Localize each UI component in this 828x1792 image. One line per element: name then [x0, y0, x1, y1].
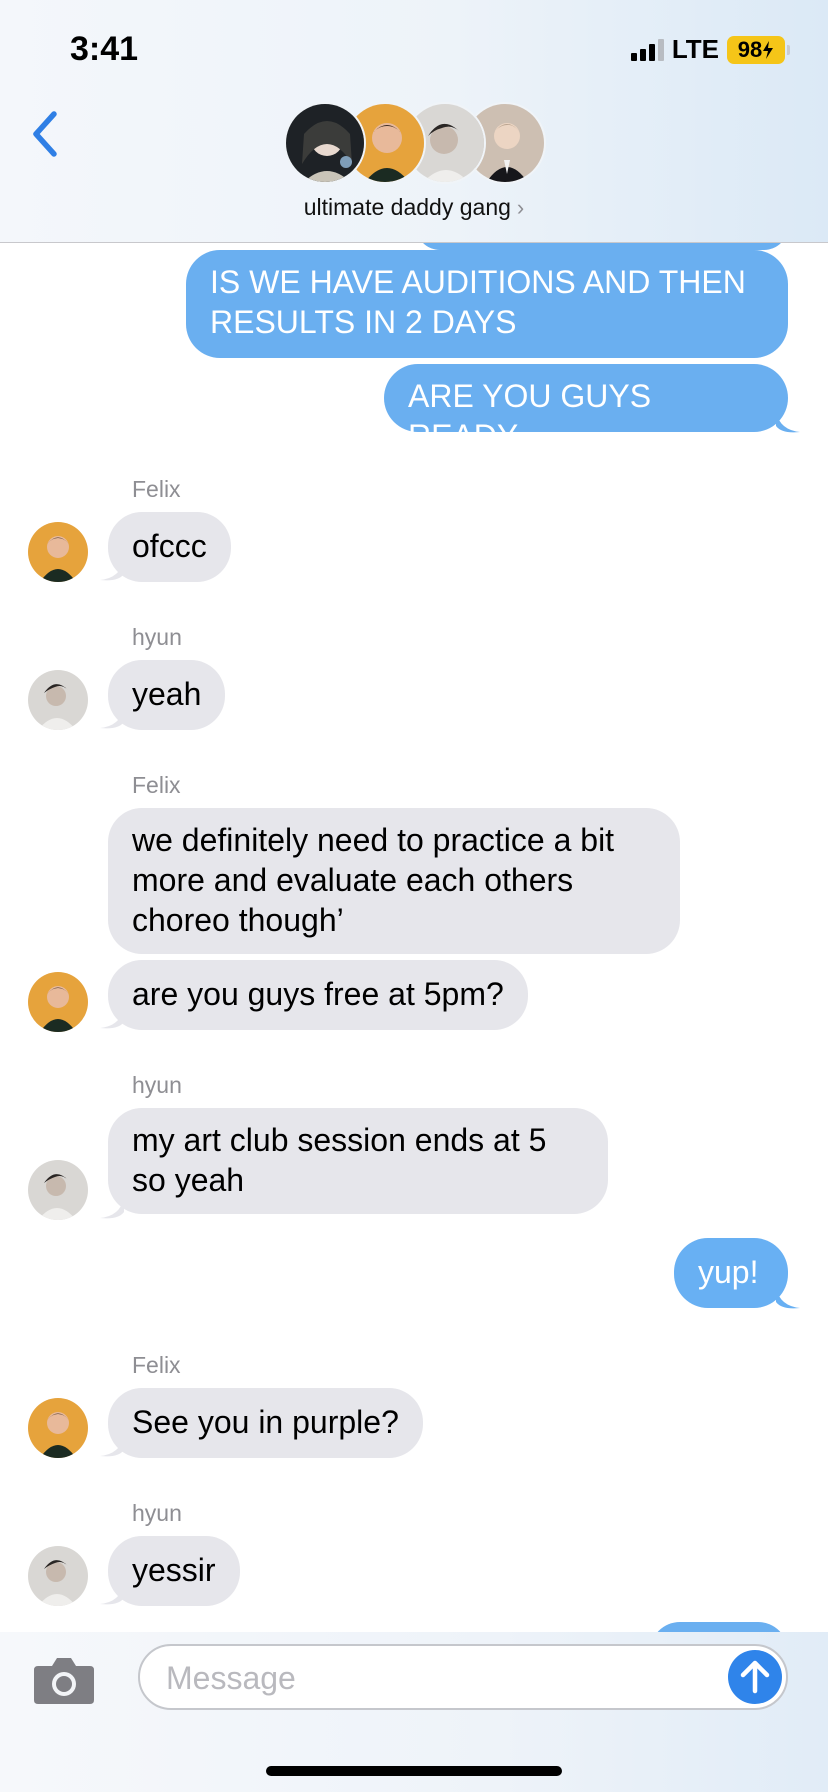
camera-button[interactable] — [32, 1654, 96, 1706]
message-text: yessir — [132, 1552, 216, 1588]
bubble-tail — [100, 1436, 124, 1457]
bubble-tail — [100, 708, 124, 729]
message-input[interactable] — [164, 1654, 688, 1702]
sent-message-bubble[interactable]: IS WE HAVE AUDITIONS AND THEN RESULTS IN… — [186, 250, 788, 358]
message-text: IS WE HAVE AUDITIONS AND THEN RESULTS IN… — [210, 264, 746, 340]
hyun-avatar[interactable] — [28, 1546, 88, 1606]
conversation-header: 3:41 LTE 98 ultimate daddy gang › — [0, 0, 828, 243]
home-indicator[interactable] — [266, 1766, 562, 1776]
received-message-bubble[interactable]: yeah — [108, 660, 226, 730]
bubble-tail — [776, 1288, 800, 1309]
felix-avatar[interactable] — [28, 972, 88, 1032]
message-text: yeah — [132, 676, 202, 712]
received-message-bubble[interactable]: yessir — [108, 1536, 240, 1606]
bubble-tail — [100, 1008, 124, 1029]
status-indicators: LTE 98 — [630, 34, 790, 65]
sent-message-bubble[interactable]: ARE YOU GUYS READY — [384, 364, 788, 454]
message-text: yup! — [698, 1254, 759, 1290]
bubble-tail — [776, 412, 800, 433]
sender-name: hyun — [132, 1500, 182, 1526]
bubble-tail — [100, 1584, 124, 1605]
received-message-bubble[interactable]: my art club session ends at 5 so yeah — [108, 1108, 608, 1214]
camera-icon — [34, 1658, 94, 1704]
arrow-up-icon — [740, 1660, 770, 1694]
sent-message-bubble[interactable]: yup! — [674, 1238, 788, 1308]
sender-name: hyun — [132, 624, 182, 650]
hyun-avatar[interactable] — [28, 1160, 88, 1220]
charging-bolt-icon — [763, 40, 774, 59]
message-input-field[interactable] — [138, 1644, 788, 1710]
previous-message-bubble[interactable] — [416, 242, 788, 250]
chevron-right-icon: › — [516, 195, 525, 220]
sender-name: Felix — [132, 476, 181, 502]
received-message-bubble[interactable]: See you in purple? — [108, 1388, 423, 1458]
felix-avatar[interactable] — [28, 522, 88, 582]
next-message-bubble[interactable] — [650, 1622, 788, 1632]
hyun-avatar[interactable] — [28, 670, 88, 730]
message-thread[interactable]: IS WE HAVE AUDITIONS AND THEN RESULTS IN… — [0, 242, 828, 1632]
received-message-bubble[interactable]: are you guys free at 5pm? — [108, 960, 528, 1030]
received-message-bubble[interactable]: we definitely need to practice a bit mor… — [108, 808, 680, 954]
message-text: my art club session ends at 5 so yeah — [132, 1122, 547, 1198]
message-text: ofccc — [132, 528, 207, 564]
received-message-bubble[interactable]: ofccc — [108, 512, 231, 582]
status-time: 3:41 — [70, 30, 139, 68]
message-text: See you in purple? — [132, 1404, 399, 1440]
message-text: ARE YOU GUYS READY — [408, 378, 652, 454]
send-button[interactable] — [728, 1650, 782, 1704]
battery-tip — [787, 44, 790, 55]
bubble-tail — [100, 560, 124, 581]
message-text: are you guys free at 5pm? — [132, 976, 504, 1012]
chevron-left-icon — [33, 111, 57, 157]
group-name-button[interactable]: ultimate daddy gang › — [0, 194, 828, 221]
battery-level: 98 — [737, 36, 763, 62]
sender-name: hyun — [132, 1072, 182, 1098]
battery-icon: 98 — [727, 35, 785, 64]
felix-avatar[interactable] — [28, 1398, 88, 1458]
bubble-tail — [100, 1198, 124, 1219]
group-avatars[interactable] — [284, 102, 546, 184]
message-text: we definitely need to practice a bit mor… — [132, 822, 615, 938]
sender-name: Felix — [132, 1352, 181, 1378]
member-1-avatar — [284, 102, 366, 184]
back-button[interactable] — [26, 108, 66, 160]
group-name: ultimate daddy gang — [303, 194, 511, 220]
sender-name: Felix — [132, 772, 181, 798]
cellular-signal-icon — [630, 38, 664, 61]
network-type: LTE — [671, 34, 719, 64]
